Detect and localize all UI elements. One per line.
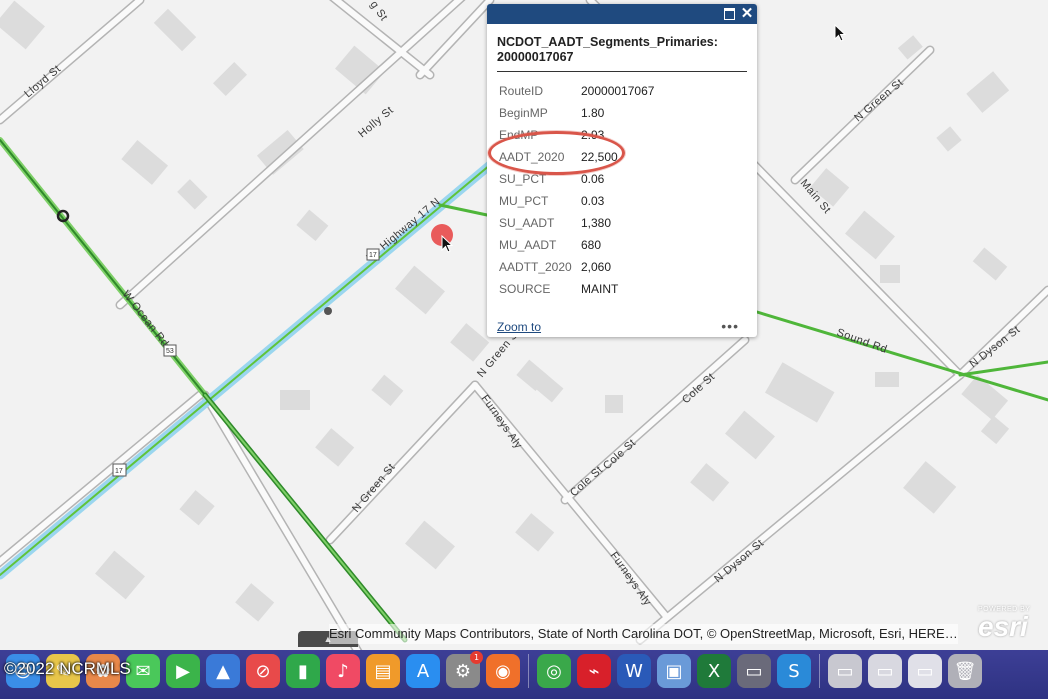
numbers-icon[interactable]: ▮ [286, 654, 320, 688]
messages-icon[interactable]: ✉ [126, 654, 160, 688]
attribute-key: MU_AADT [499, 238, 557, 252]
facetime-icon[interactable]: ▶ [166, 654, 200, 688]
attribute-row: MU_AADT 680 [497, 234, 656, 256]
attribute-key: RouteID [499, 84, 544, 98]
attribute-row: BeginMP 1.80 [497, 102, 656, 124]
svg-text:17: 17 [369, 252, 377, 259]
attribute-row: MU_PCT 0.03 [497, 190, 656, 212]
window-thumb-2-icon[interactable]: ▭ [868, 654, 902, 688]
window-thumb-1-icon[interactable]: ▭ [828, 654, 862, 688]
preview-icon[interactable]: ▣ [657, 654, 691, 688]
copyright-watermark: ©2022 NCRMLS [4, 659, 131, 678]
books-icon[interactable]: ▤ [366, 654, 400, 688]
attribute-row: SOURCE MAINT [497, 278, 656, 300]
skype-icon[interactable]: S [777, 654, 811, 688]
window-thumb-3-icon[interactable]: ▭ [908, 654, 942, 688]
attribute-value: 0.03 [581, 194, 605, 208]
close-icon[interactable]: ✕ [739, 6, 755, 22]
popup-titlebar: ✕ [487, 4, 757, 24]
dock-separator [819, 654, 820, 688]
word-icon[interactable]: W [617, 654, 651, 688]
attribute-value: MAINT [581, 282, 619, 296]
attribute-key: MU_PCT [499, 194, 549, 208]
dock-separator [528, 654, 529, 688]
app-store-icon[interactable]: A [406, 654, 440, 688]
scanner-icon[interactable]: ▭ [737, 654, 771, 688]
acrobat-icon[interactable]: ⌁ [577, 654, 611, 688]
attribute-value: 680 [581, 238, 602, 252]
macos-dock: ☺ ✎ ✿ ✉ ▶ ▲ ⊘ ▮ ♪ ▤ A ⚙ 1 ◉ ◎ ⌁ W ▣ X ▭ S ▭ ▭ ▭ 🗑 [0, 650, 1048, 699]
blocked-icon[interactable]: ⊘ [246, 654, 280, 688]
mouse-cursor-icon [441, 235, 454, 253]
maximize-icon[interactable] [721, 6, 737, 22]
point-marker[interactable] [324, 307, 332, 315]
svg-text:17: 17 [115, 468, 123, 475]
attribute-key: SOURCE [499, 282, 551, 296]
notification-badge: 1 [470, 651, 483, 664]
attribute-row: AADTT_2020 2,060 [497, 256, 656, 278]
attribute-table: RouteID 20000017067 BeginMP 1.80 EndMP 2.93 AA… [497, 80, 656, 300]
firefox-icon[interactable]: ◉ [486, 654, 520, 688]
attribute-value: 1.80 [581, 106, 605, 120]
mouse-cursor-icon [834, 24, 847, 42]
attribute-row: SU_AADT 1,380 [497, 212, 656, 234]
more-options-icon[interactable]: ••• [721, 318, 739, 334]
trash-icon[interactable]: 🗑 [948, 654, 982, 688]
esri-logo: POWERED BY esri [978, 606, 1031, 642]
svg-text:53: 53 [166, 348, 174, 355]
excel-icon[interactable]: X [697, 654, 731, 688]
attribute-key: SU_AADT [499, 216, 555, 230]
music-icon[interactable]: ♪ [326, 654, 360, 688]
highlight-ellipse-annotation [488, 131, 625, 175]
attribute-value: 20000017067 [581, 84, 655, 98]
attribute-value: 1,380 [581, 216, 612, 230]
settings-icon[interactable]: ⚙ 1 [446, 651, 483, 688]
attribute-key: BeginMP [499, 106, 548, 120]
attribute-row: RouteID 20000017067 [497, 80, 656, 102]
keynote-icon[interactable]: ▲ [206, 654, 240, 688]
chrome-icon[interactable]: ◎ [537, 654, 571, 688]
zoom-to-link[interactable]: Zoom to [497, 320, 541, 334]
attribute-value: 2,060 [581, 260, 612, 274]
popup-title: NCDOT_AADT_Segments_Primaries: 200000170… [497, 35, 747, 72]
map-attribution: Esri Community Maps Contributors, State … [329, 624, 958, 644]
attribute-key: AADTT_2020 [499, 260, 572, 274]
